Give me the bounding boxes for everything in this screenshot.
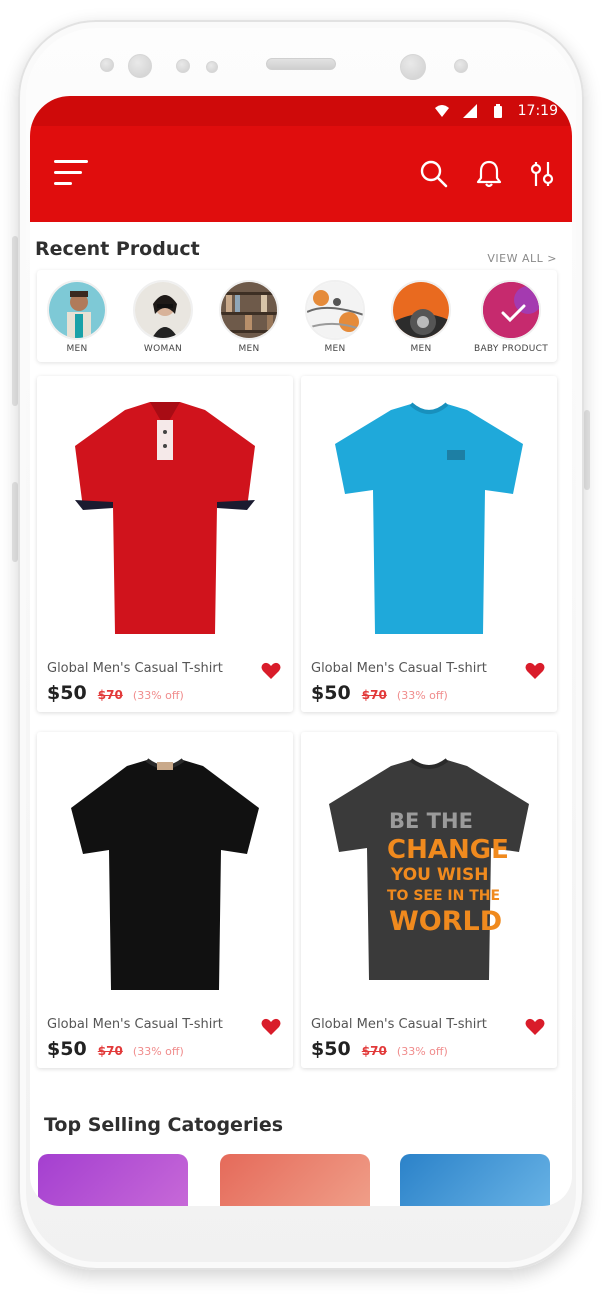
product-price: $50: [311, 682, 351, 704]
category-item[interactable]: MEN: [381, 280, 461, 354]
product-image: [335, 402, 523, 634]
heart-icon[interactable]: [261, 1018, 281, 1036]
product-price: $50: [47, 1038, 87, 1060]
shirt-print-line: CHANGE: [387, 835, 509, 865]
category-avatar: [219, 280, 279, 340]
product-old-price: $70: [97, 1044, 123, 1058]
shirt-print-line: WORLD: [389, 906, 502, 937]
search-icon[interactable]: [418, 158, 450, 190]
product-discount: (33% off): [396, 1045, 448, 1058]
category-item[interactable]: BABY PRODUCT: [467, 280, 555, 354]
sensor-dot: [454, 59, 468, 73]
wifi-icon: [434, 105, 449, 117]
price-row: $50 $70 (33% off): [47, 1038, 184, 1060]
view-all-link[interactable]: VIEW ALL >: [487, 252, 557, 265]
category-strip: MEN WOMAN MEN MEN MEN BABY PRODUCT: [37, 270, 557, 362]
heart-icon[interactable]: [525, 662, 545, 680]
section-title: Recent Product: [35, 238, 200, 260]
earpiece-speaker: [266, 58, 336, 70]
product-card[interactable]: Global Men's Casual T-shirt $50 $70 (33%…: [37, 732, 293, 1068]
front-camera: [128, 54, 152, 78]
category-item[interactable]: MEN: [295, 280, 375, 354]
product-price: $50: [311, 1038, 351, 1060]
product-image: [75, 402, 255, 634]
category-label: WOMAN: [143, 344, 183, 354]
product-discount: (33% off): [132, 689, 184, 702]
sensor-dot: [100, 58, 114, 72]
shirt-print-line: TO SEE IN THE: [387, 888, 500, 904]
front-camera: [400, 54, 426, 80]
bell-icon[interactable]: [473, 158, 505, 190]
status-bar: 17:19: [30, 96, 572, 126]
product-old-price: $70: [361, 1044, 387, 1058]
product-image: BE THE CHANGE YOU WISH TO SEE IN THE WOR…: [329, 758, 529, 980]
category-label: MEN: [410, 344, 432, 354]
category-tile[interactable]: [400, 1154, 550, 1206]
shirt-print-line: YOU WISH: [390, 865, 488, 885]
menu-icon[interactable]: [54, 160, 90, 188]
recent-product-header: Recent Product VIEW ALL >: [35, 238, 557, 268]
app-bar: [30, 126, 572, 222]
power-button: [584, 410, 590, 490]
product-title: Global Men's Casual T-shirt: [47, 1017, 223, 1032]
product-card[interactable]: Global Men's Casual T-shirt $50 $70 (33%…: [301, 376, 557, 712]
status-time: 17:19: [517, 103, 558, 119]
product-image: [71, 758, 259, 990]
product-card[interactable]: Global Men's Casual T-shirt $50 $70 (33%…: [37, 376, 293, 712]
top-selling-tiles: [38, 1154, 558, 1206]
price-row: $50 $70 (33% off): [311, 1038, 448, 1060]
category-item[interactable]: MEN: [37, 280, 117, 354]
category-label: MEN: [66, 344, 88, 354]
filter-icon[interactable]: [526, 158, 558, 190]
category-label: MEN: [238, 344, 260, 354]
product-old-price: $70: [361, 688, 387, 702]
product-title: Global Men's Casual T-shirt: [311, 1017, 487, 1032]
product-title: Global Men's Casual T-shirt: [311, 661, 487, 676]
top-selling-header: Top Selling Catogeries: [44, 1114, 283, 1136]
category-avatar: [305, 280, 365, 340]
sensor-dot: [206, 61, 218, 73]
product-card[interactable]: BE THE CHANGE YOU WISH TO SEE IN THE WOR…: [301, 732, 557, 1068]
price-row: $50 $70 (33% off): [311, 682, 448, 704]
category-label: BABY PRODUCT: [473, 344, 549, 354]
heart-icon[interactable]: [261, 662, 281, 680]
category-avatar: [47, 280, 107, 340]
category-item[interactable]: MEN: [209, 280, 289, 354]
signal-icon: [462, 104, 477, 118]
product-title: Global Men's Casual T-shirt: [47, 661, 223, 676]
category-tile[interactable]: [38, 1154, 188, 1206]
category-tile[interactable]: [220, 1154, 370, 1206]
shirt-print-line: BE THE: [389, 809, 473, 833]
product-price: $50: [47, 682, 87, 704]
screen: 17:19 Recent Product VIEW ALL > MEN WOMA…: [30, 96, 572, 1206]
heart-icon[interactable]: [525, 1018, 545, 1036]
category-item[interactable]: WOMAN: [123, 280, 203, 354]
product-old-price: $70: [97, 688, 123, 702]
category-avatar: [391, 280, 451, 340]
product-discount: (33% off): [132, 1045, 184, 1058]
stage: 17:19 Recent Product VIEW ALL > MEN WOMA…: [0, 0, 602, 1304]
price-row: $50 $70 (33% off): [47, 682, 184, 704]
battery-icon: [493, 104, 502, 118]
category-avatar: [481, 280, 541, 340]
category-label: MEN: [324, 344, 346, 354]
sensor-dot: [176, 59, 190, 73]
section-title: Top Selling Catogeries: [44, 1114, 284, 1136]
product-discount: (33% off): [396, 689, 448, 702]
category-avatar: [133, 280, 193, 340]
